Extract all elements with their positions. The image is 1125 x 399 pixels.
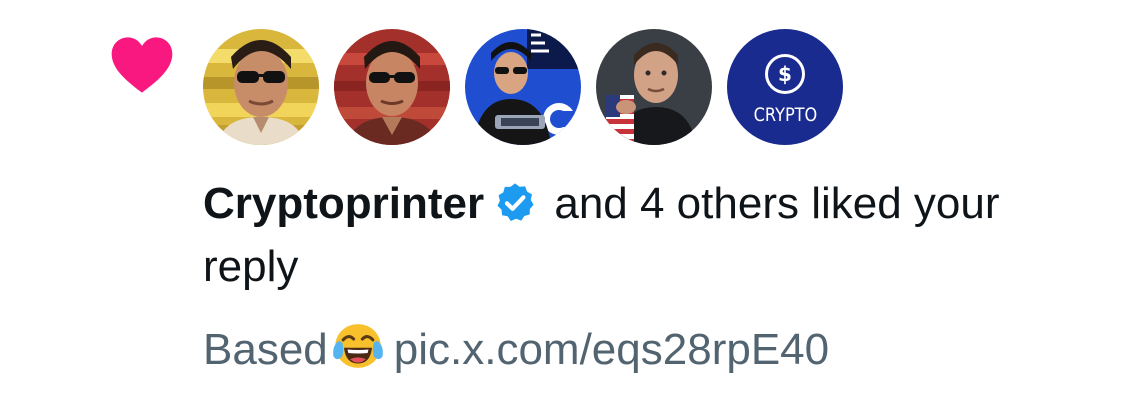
verified-badge-icon — [497, 183, 534, 222]
crypto-logo-icon: $ — [765, 54, 805, 94]
man-sunglasses-red-portrait-icon — [334, 29, 450, 145]
snippet-text: Based — [203, 325, 328, 374]
liker-avatars: $ CRYPTO — [203, 29, 843, 145]
man-flag-portrait-icon — [596, 29, 712, 145]
man-sunglasses-portrait-icon — [203, 29, 319, 145]
man-stage-portrait-icon — [465, 29, 581, 145]
avatar-1[interactable] — [203, 29, 319, 145]
notification-text: Cryptoprinter and 4 others liked your re… — [203, 172, 1083, 298]
crypto-logo-text: CRYPTO — [753, 104, 817, 126]
username-link[interactable]: Cryptoprinter — [203, 179, 484, 228]
avatar-4[interactable] — [596, 29, 712, 145]
face-with-tears-of-joy-icon — [332, 324, 383, 368]
avatar-2[interactable] — [334, 29, 450, 145]
reply-snippet[interactable]: Based pic.x.com/eqs28rpE40 — [203, 318, 829, 380]
media-link[interactable]: pic.x.com/eqs28rpE40 — [394, 325, 829, 374]
avatar-3[interactable] — [465, 29, 581, 145]
like-notification[interactable]: $ CRYPTO Cryptoprinter and 4 others like… — [0, 0, 1125, 399]
heart-icon — [111, 37, 173, 93]
avatar-5[interactable]: $ CRYPTO — [727, 29, 843, 145]
